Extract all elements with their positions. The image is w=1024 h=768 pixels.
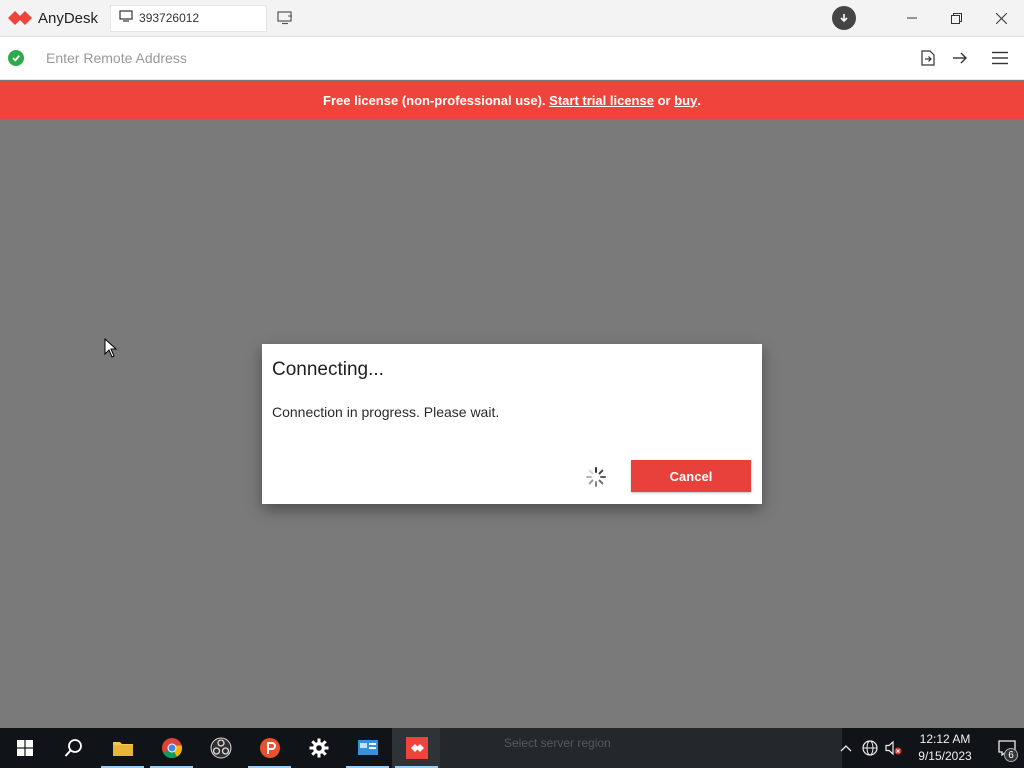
download-icon[interactable] bbox=[832, 6, 856, 30]
cancel-button[interactable]: Cancel bbox=[631, 460, 751, 492]
buy-link[interactable]: buy bbox=[674, 93, 697, 108]
address-bar bbox=[0, 37, 1024, 80]
tab-label: 393726012 bbox=[139, 11, 200, 25]
clock-time: 12:12 AM bbox=[919, 732, 971, 746]
anydesk-logo-icon bbox=[8, 10, 32, 26]
app-name: AnyDesk bbox=[38, 9, 99, 27]
obs-icon[interactable] bbox=[196, 728, 245, 768]
connect-arrow-icon[interactable] bbox=[948, 46, 972, 70]
clock-date: 9/15/2023 bbox=[918, 749, 972, 763]
search-icon[interactable] bbox=[49, 728, 98, 768]
window-preview: Select server region bbox=[440, 728, 842, 768]
psiphon-icon[interactable] bbox=[245, 728, 294, 768]
new-session-icon[interactable] bbox=[275, 8, 295, 28]
chevron-up-icon[interactable] bbox=[834, 728, 858, 768]
preview-text: Select server region bbox=[504, 736, 611, 750]
monitor-icon bbox=[119, 9, 133, 27]
dialog-message: Connection in progress. Please wait. bbox=[272, 404, 500, 420]
close-button[interactable] bbox=[979, 0, 1024, 37]
file-explorer-icon[interactable] bbox=[98, 728, 147, 768]
control-panel-icon[interactable] bbox=[343, 728, 392, 768]
globe-icon[interactable] bbox=[858, 728, 882, 768]
license-suffix: . bbox=[697, 92, 701, 108]
file-transfer-icon[interactable] bbox=[916, 46, 940, 70]
minimize-button[interactable] bbox=[889, 0, 934, 37]
settings-icon[interactable] bbox=[294, 728, 343, 768]
tab-session[interactable]: 393726012 bbox=[110, 4, 268, 32]
license-or-text: or bbox=[653, 92, 675, 108]
remote-address-input[interactable] bbox=[37, 43, 907, 73]
dialog-title: Connecting... bbox=[272, 359, 384, 380]
anydesk-taskbar-icon[interactable] bbox=[392, 728, 441, 768]
notification-count: 6 bbox=[1004, 748, 1018, 762]
start-trial-link[interactable]: Start trial license bbox=[549, 93, 654, 108]
connecting-dialog: Connecting... Connection in progress. Pl… bbox=[262, 344, 762, 504]
connection-status-icon bbox=[8, 50, 24, 66]
taskbar: Select server region 12:12 AM 9/15/2023 … bbox=[0, 728, 1024, 768]
notification-center-icon[interactable]: 6 bbox=[990, 728, 1024, 768]
license-text: Free license (non-professional use). bbox=[323, 92, 550, 108]
system-tray: 12:12 AM 9/15/2023 6 bbox=[834, 728, 1024, 768]
clock[interactable]: 12:12 AM 9/15/2023 bbox=[912, 731, 978, 765]
loading-spinner-icon bbox=[584, 465, 608, 489]
license-banner: Free license (non-professional use). Sta… bbox=[0, 81, 1024, 119]
volume-muted-icon[interactable] bbox=[882, 728, 906, 768]
chrome-icon[interactable] bbox=[147, 728, 196, 768]
start-button[interactable] bbox=[0, 728, 49, 768]
menu-icon[interactable] bbox=[988, 46, 1012, 70]
mouse-cursor-icon bbox=[104, 337, 118, 363]
title-bar: AnyDesk 393726012 bbox=[0, 0, 1024, 37]
restore-button[interactable] bbox=[934, 0, 979, 37]
